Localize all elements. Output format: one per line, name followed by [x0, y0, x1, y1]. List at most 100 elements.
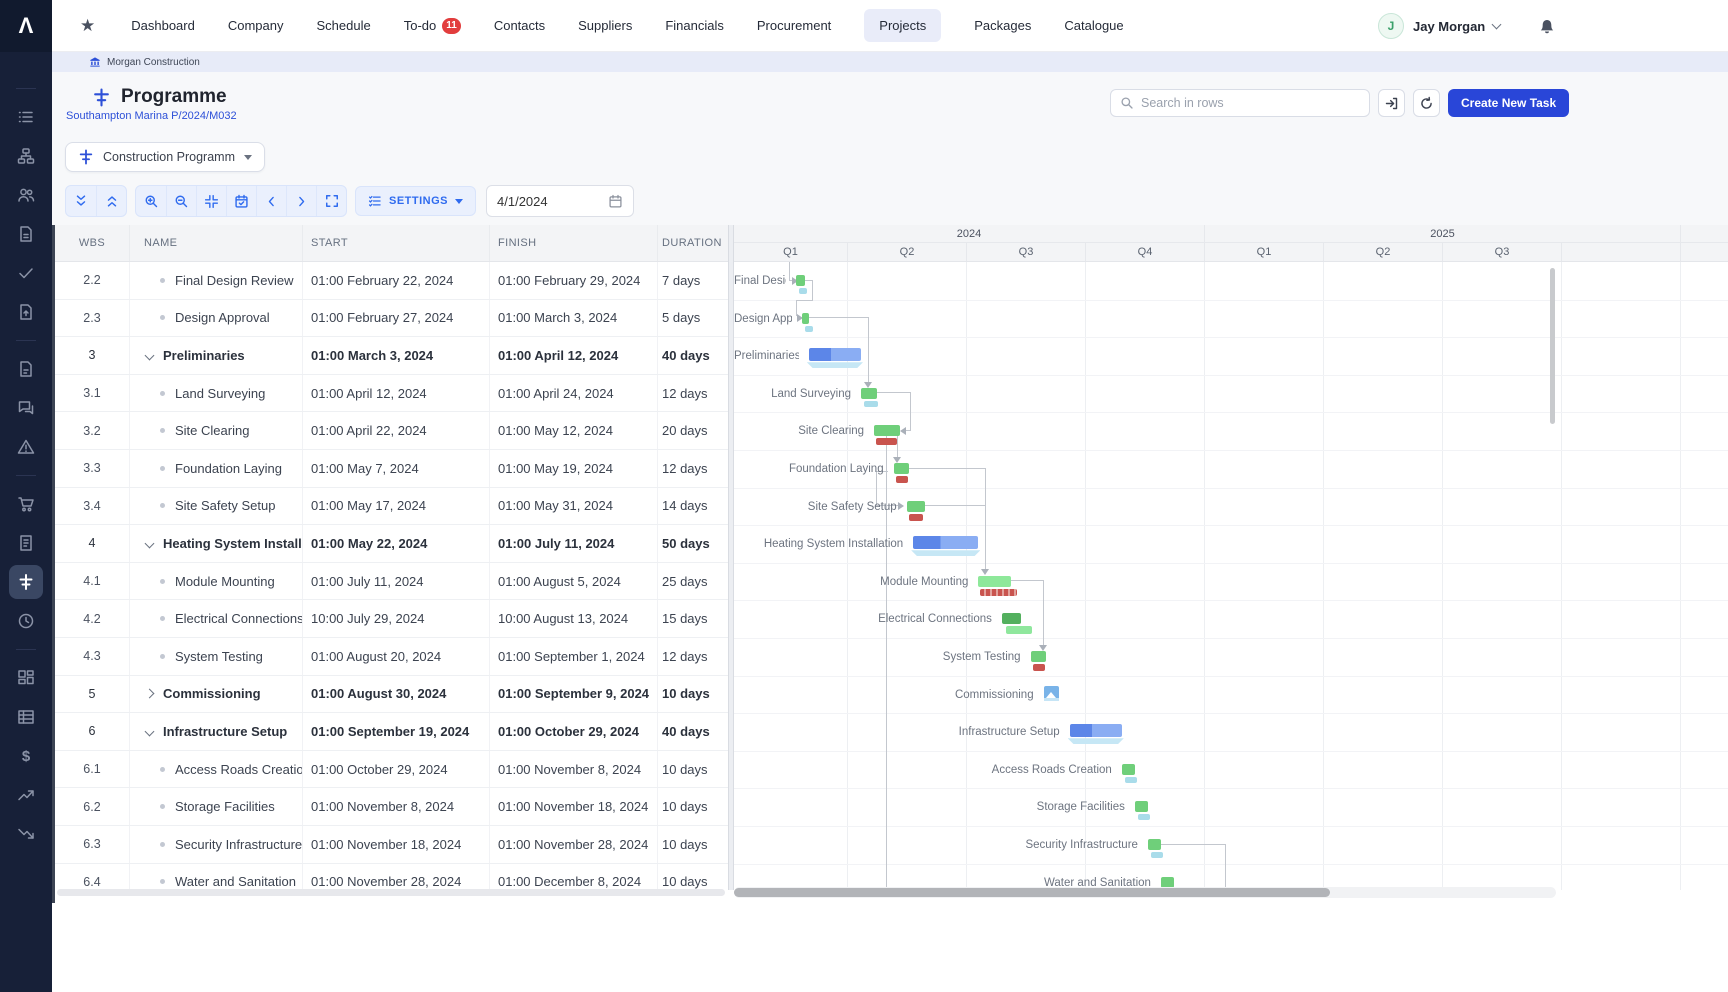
date-input[interactable]: 4/1/2024	[486, 185, 634, 217]
chevron-down-icon[interactable]	[145, 351, 155, 361]
table-row[interactable]: 4Heating System Installation01:00 May 22…	[55, 525, 728, 563]
table-row[interactable]: 3.2Site Clearing01:00 April 22, 202401:0…	[55, 412, 728, 450]
nav-item-company[interactable]: Company	[228, 18, 284, 33]
create-new-task-button[interactable]: Create New Task	[1448, 89, 1569, 117]
gantt-task-bar[interactable]	[1148, 839, 1161, 850]
gantt-collapsed-summary-marker[interactable]	[1044, 686, 1059, 701]
favorites-star-icon[interactable]: ★	[80, 16, 95, 36]
gantt-task-bar[interactable]	[894, 463, 910, 474]
table-scrollbar[interactable]	[57, 889, 725, 896]
cell-name[interactable]: Water and Sanitation	[130, 864, 303, 891]
cell-name[interactable]: Land Surveying	[130, 375, 303, 412]
cell-name[interactable]: Module Mounting	[130, 563, 303, 600]
vertical-scrollbar[interactable]	[1550, 268, 1555, 424]
table-row[interactable]: 6.1Access Roads Creation01:00 October 29…	[55, 751, 728, 789]
table-row[interactable]: 3.3Foundation Laying01:00 May 7, 202401:…	[55, 450, 728, 488]
sidebar-item-procurement[interactable]	[0, 493, 52, 515]
column-header-duration[interactable]: DURATION	[658, 225, 728, 261]
gantt-task-bar[interactable]	[1135, 801, 1148, 812]
table-row[interactable]: 3.1Land Surveying01:00 April 12, 202401:…	[55, 375, 728, 413]
gantt-summary-bar[interactable]	[913, 536, 978, 549]
zoom-fit-button[interactable]	[196, 186, 226, 216]
gantt-task-bar[interactable]	[1002, 613, 1022, 624]
chevron-right-icon[interactable]	[145, 689, 155, 699]
gantt-task-bar[interactable]	[796, 275, 805, 286]
collapse-all-button[interactable]	[66, 186, 96, 216]
gantt-task-bar[interactable]	[1161, 877, 1174, 888]
gantt-chart-area[interactable]: Final Design ReviewDesign ApprovalPrelim…	[734, 262, 1728, 890]
horizontal-scrollbar-thumb[interactable]	[734, 888, 1330, 897]
export-button[interactable]	[1378, 89, 1405, 117]
expand-all-button[interactable]	[96, 186, 126, 216]
table-row[interactable]: 6.2Storage Facilities01:00 November 8, 2…	[55, 788, 728, 826]
gantt-task-bar[interactable]	[978, 576, 1011, 587]
sidebar-item-tables[interactable]	[0, 706, 52, 728]
column-header-name[interactable]: NAME	[130, 225, 303, 261]
next-button[interactable]	[286, 186, 316, 216]
sidebar-item-files[interactable]	[0, 358, 52, 380]
cell-name[interactable]: Final Design Review	[130, 262, 303, 299]
nav-item-catalogue[interactable]: Catalogue	[1064, 18, 1123, 33]
sidebar-item-messages[interactable]	[0, 397, 52, 419]
zoom-in-button[interactable]	[136, 186, 166, 216]
nav-item-schedule[interactable]: Schedule	[317, 18, 371, 33]
cell-name[interactable]: Infrastructure Setup	[130, 713, 303, 750]
table-row[interactable]: 6Infrastructure Setup01:00 September 19,…	[55, 713, 728, 751]
cell-name[interactable]: Electrical Connections	[130, 600, 303, 637]
sidebar-item-time[interactable]	[0, 610, 52, 632]
gantt-task-bar[interactable]	[907, 501, 925, 512]
cell-name[interactable]: Storage Facilities	[130, 788, 303, 825]
chevron-down-icon[interactable]	[1492, 20, 1502, 30]
gantt-task-bar[interactable]	[861, 388, 877, 399]
nav-item-procurement[interactable]: Procurement	[757, 18, 831, 33]
gantt-task-bar[interactable]	[874, 425, 900, 436]
cell-name[interactable]: Heating System Installation	[130, 525, 303, 562]
table-row[interactable]: 4.1Module Mounting01:00 July 11, 202401:…	[55, 563, 728, 601]
table-row[interactable]: 3Preliminaries01:00 March 3, 202401:00 A…	[55, 337, 728, 375]
breadcrumb-company[interactable]: Morgan Construction	[107, 57, 200, 68]
gantt-summary-bar[interactable]	[809, 348, 861, 361]
cell-name[interactable]: Design Approval	[130, 300, 303, 337]
sidebar-item-financials[interactable]: $	[0, 745, 52, 767]
chevron-down-icon[interactable]	[145, 726, 155, 736]
gantt-summary-bar[interactable]	[1070, 724, 1122, 737]
zoom-out-button[interactable]	[166, 186, 196, 216]
cell-name[interactable]: Commissioning	[130, 676, 303, 713]
sidebar-item-issues[interactable]	[0, 436, 52, 458]
sidebar-item-reports-up[interactable]	[0, 784, 52, 806]
column-header-wbs[interactable]: WBS	[55, 225, 130, 261]
cell-name[interactable]: Access Roads Creation	[130, 751, 303, 788]
programme-selector[interactable]: Construction Programm	[65, 142, 265, 172]
sidebar-item-programme-active[interactable]	[0, 571, 52, 593]
column-header-start[interactable]: START	[303, 225, 490, 261]
nav-item-contacts[interactable]: Contacts	[494, 18, 545, 33]
chevron-down-icon[interactable]	[145, 539, 155, 549]
settings-button[interactable]: SETTINGS	[355, 186, 476, 216]
cell-name[interactable]: Site Safety Setup	[130, 488, 303, 525]
avatar[interactable]: J	[1378, 13, 1404, 39]
sidebar-item-approvals[interactable]	[0, 262, 52, 284]
nav-item-projects[interactable]: Projects	[864, 9, 941, 42]
sidebar-item-org-chart[interactable]	[0, 145, 52, 167]
table-gantt-splitter[interactable]	[728, 225, 734, 890]
fullscreen-button[interactable]	[316, 186, 346, 216]
sidebar-item-reports-down[interactable]	[0, 823, 52, 845]
table-row[interactable]: 4.3System Testing01:00 August 20, 202401…	[55, 638, 728, 676]
table-row[interactable]: 5Commissioning01:00 August 30, 202401:00…	[55, 676, 728, 714]
table-row[interactable]: 6.3Security Infrastructure01:00 November…	[55, 826, 728, 864]
cell-name[interactable]: System Testing	[130, 638, 303, 675]
cell-name[interactable]: Site Clearing	[130, 412, 303, 449]
user-name[interactable]: Jay Morgan	[1413, 19, 1485, 34]
cell-name[interactable]: Foundation Laying	[130, 450, 303, 487]
bell-icon[interactable]	[1538, 17, 1556, 35]
nav-item-financials[interactable]: Financials	[665, 18, 724, 33]
cell-name[interactable]: Preliminaries	[130, 337, 303, 374]
table-row[interactable]: 6.4Water and Sanitation01:00 November 28…	[55, 864, 728, 891]
sidebar-item-file-upload[interactable]	[0, 301, 52, 323]
nav-item-to-do[interactable]: To-do11	[404, 18, 461, 34]
nav-item-dashboard[interactable]: Dashboard	[131, 18, 195, 33]
sidebar-item-contacts[interactable]	[0, 184, 52, 206]
sidebar-item-invoices[interactable]	[0, 532, 52, 554]
nav-item-packages[interactable]: Packages	[974, 18, 1031, 33]
prev-button[interactable]	[256, 186, 286, 216]
